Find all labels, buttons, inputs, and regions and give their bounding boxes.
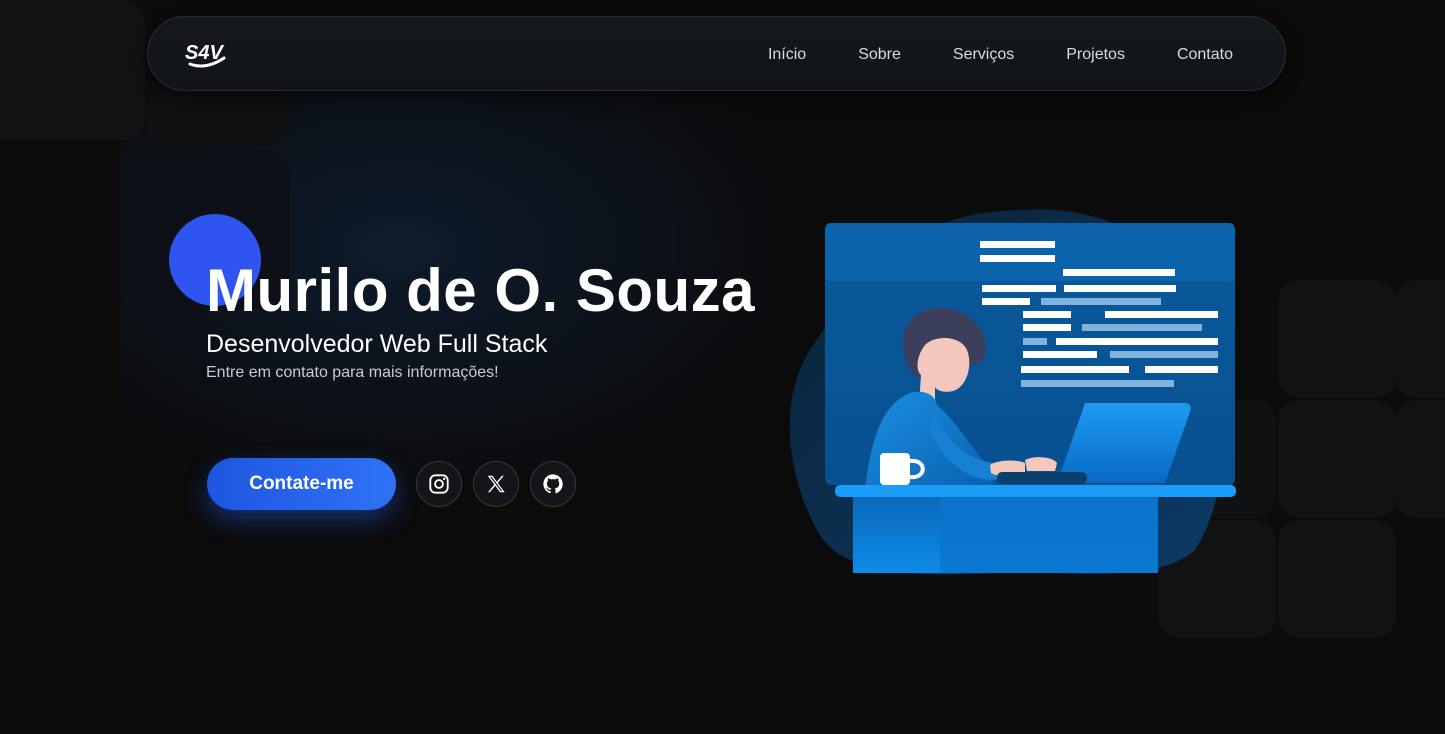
background-square <box>1278 400 1396 518</box>
background-square <box>1278 280 1396 398</box>
hero-subtitle: Entre em contato para mais informações! <box>206 364 499 381</box>
nav-link-projetos[interactable]: Projetos <box>1066 46 1125 64</box>
x-icon <box>487 475 505 493</box>
nav-link-inicio[interactable]: Início <box>768 46 806 64</box>
instagram-icon <box>429 474 449 494</box>
nav-link-contato[interactable]: Contato <box>1177 46 1233 64</box>
logo-icon: S4V <box>185 42 226 68</box>
x-button[interactable] <box>473 461 519 507</box>
instagram-button[interactable] <box>416 461 462 507</box>
background-square <box>1278 520 1396 638</box>
contact-button[interactable]: Contate-me <box>207 458 396 510</box>
nav-links: Início Sobre Serviços Projetos Contato <box>768 17 1233 92</box>
background-square <box>147 90 287 145</box>
nav-link-servicos[interactable]: Serviços <box>953 46 1014 64</box>
background-square <box>1395 280 1445 398</box>
logo[interactable]: S4V <box>184 38 228 70</box>
navbar: S4V Início Sobre Serviços Projetos Conta… <box>147 16 1286 91</box>
hero-role: Desenvolvedor Web Full Stack <box>206 330 548 358</box>
developer-illustration <box>789 209 1236 575</box>
hero-name: Murilo de O. Souza <box>206 257 756 324</box>
desk-top <box>835 485 1236 497</box>
github-icon <box>543 474 563 494</box>
github-button[interactable] <box>530 461 576 507</box>
page: S4V Início Sobre Serviços Projetos Conta… <box>0 0 1445 734</box>
nav-link-sobre[interactable]: Sobre <box>858 46 901 64</box>
background-square <box>1395 400 1445 518</box>
background-square <box>0 0 145 140</box>
